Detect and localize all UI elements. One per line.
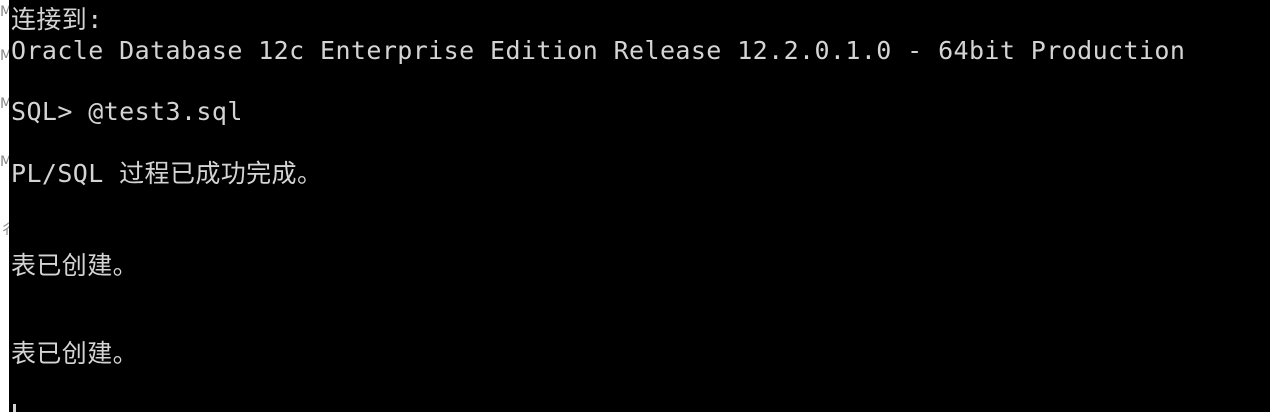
console-line-connected: 连接到: bbox=[11, 5, 103, 34]
strip-glyph: M bbox=[0, 96, 9, 112]
console-line-table-created: 表已创建。 bbox=[11, 339, 139, 368]
console-output[interactable]: 连接到: Oracle Database 12c Enterprise Edit… bbox=[11, 0, 1266, 412]
strip-glyph: M bbox=[0, 154, 9, 170]
terminal-window[interactable]: M M M M 彳 「 连接到: Oracle Database 12c Ent… bbox=[0, 0, 1270, 412]
text-cursor bbox=[13, 404, 16, 412]
strip-glyph: 「 bbox=[0, 330, 9, 346]
strip-glyph: M bbox=[0, 48, 9, 64]
console-line-sql-command: SQL> @test3.sql bbox=[11, 97, 243, 126]
console-line-table-created: 表已创建。 bbox=[11, 251, 139, 280]
console-line-oracle-version: Oracle Database 12c Enterprise Edition R… bbox=[11, 36, 1186, 65]
strip-glyph: M bbox=[0, 4, 9, 20]
strip-glyph: 彳 bbox=[0, 222, 9, 238]
adjacent-window-edge: M M M M 彳 「 bbox=[0, 0, 9, 412]
console-line-plsql-result: PL/SQL 过程已成功完成。 bbox=[11, 159, 323, 188]
